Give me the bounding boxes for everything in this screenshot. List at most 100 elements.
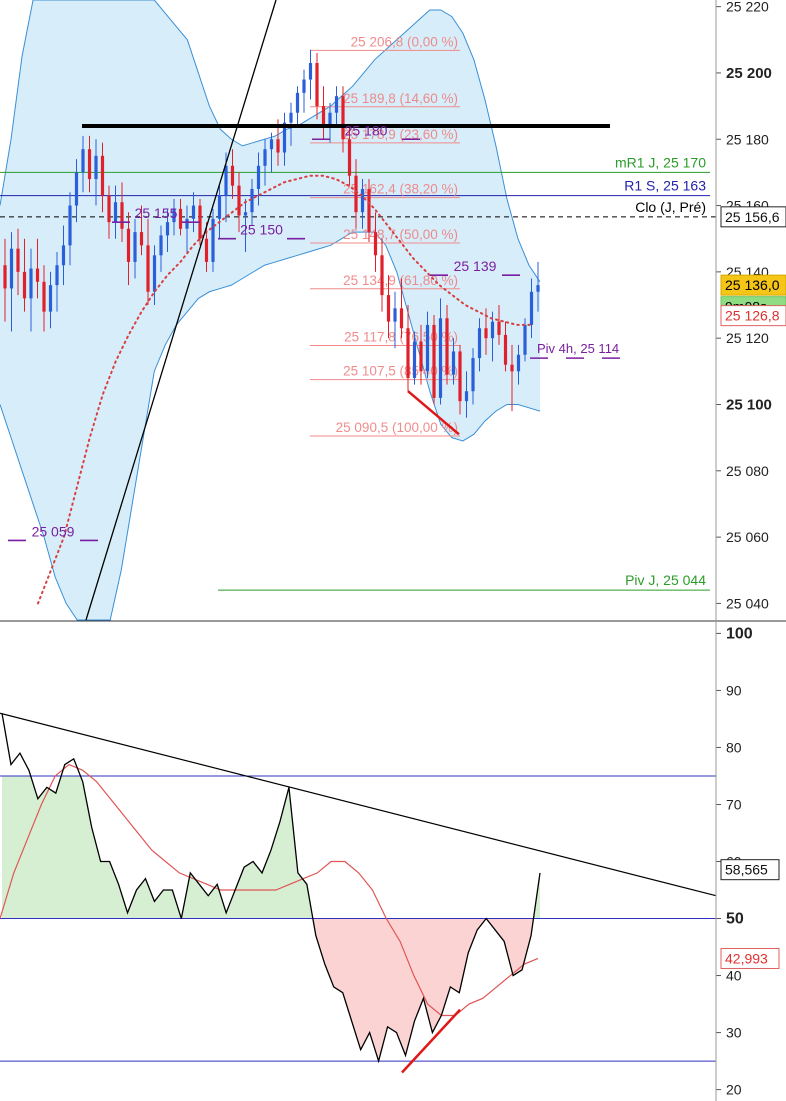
candle-body bbox=[139, 232, 144, 246]
price-tick-label: 25 220 bbox=[726, 0, 769, 15]
price-tag-label: 25 126,8 bbox=[725, 308, 780, 324]
candle-body bbox=[61, 245, 66, 266]
candle-body bbox=[321, 106, 326, 126]
candle-body bbox=[425, 324, 430, 372]
bollinger-bands bbox=[0, 0, 541, 621]
fib-label: 25 206,8 (0,00 %) bbox=[351, 34, 458, 49]
candle-body bbox=[516, 354, 521, 372]
candle-body bbox=[22, 271, 27, 299]
bollinger-fill bbox=[0, 0, 540, 620]
price-tick-label: 25 200 bbox=[726, 65, 772, 82]
pivot-label: 25 180 bbox=[345, 122, 388, 138]
pivot-label: 25 150 bbox=[240, 222, 283, 238]
oscillator-tick-label: 20 bbox=[726, 1082, 742, 1098]
candle-body bbox=[334, 96, 339, 113]
candle-body bbox=[315, 62, 319, 107]
candle-body bbox=[490, 321, 495, 339]
price-tick-label: 25 180 bbox=[726, 131, 769, 147]
price-panel: mR1 J, 25 170 R1 S, 25 163 Clo (J, Pré) Piv… bbox=[0, 0, 786, 621]
oscillator-tick-label: 70 bbox=[726, 796, 742, 812]
candle-body bbox=[354, 175, 358, 213]
candle-body bbox=[373, 232, 378, 256]
candle-body bbox=[120, 202, 124, 229]
candle-body bbox=[393, 308, 397, 322]
candle-body bbox=[510, 364, 514, 372]
candle-body bbox=[185, 218, 189, 229]
candle-body bbox=[87, 149, 92, 180]
candle-body bbox=[536, 285, 540, 292]
candle-body bbox=[100, 155, 105, 196]
candle-body bbox=[68, 205, 72, 246]
oscillator-panel: 100908070605040302058,56542,993 bbox=[0, 625, 780, 1098]
candle-body bbox=[152, 255, 157, 292]
price-tick-label: 25 080 bbox=[726, 463, 769, 479]
candle-body bbox=[217, 195, 222, 219]
candle-body bbox=[42, 281, 46, 312]
level-label: Piv 4h, 25 114 bbox=[537, 341, 619, 356]
candle-body bbox=[438, 318, 443, 398]
candle-body bbox=[367, 188, 371, 233]
pivot-label: 25 155 bbox=[135, 205, 178, 221]
level-label: Piv J, 25 044 bbox=[625, 572, 706, 588]
candle-body bbox=[347, 139, 352, 176]
oscillator-tick-label: 30 bbox=[726, 1025, 742, 1041]
candle-body bbox=[126, 228, 131, 262]
overbought-fill bbox=[2, 775, 540, 919]
price-tick-label: 25 100 bbox=[726, 396, 772, 413]
oscillator-tick-label: 90 bbox=[726, 682, 742, 698]
candle-body bbox=[464, 391, 469, 402]
candle-body bbox=[432, 324, 436, 398]
oscillator-tick-label: 100 bbox=[726, 625, 753, 642]
candle-body bbox=[9, 248, 14, 289]
candle-body bbox=[159, 235, 163, 256]
candle-body bbox=[302, 79, 306, 93]
candle-body bbox=[16, 248, 20, 272]
candle-body bbox=[308, 62, 313, 80]
price-tick-label: 25 120 bbox=[726, 330, 769, 346]
candle-body bbox=[165, 222, 170, 236]
price-axis: 25 22025 20025 18025 16025 14025 12025 1… bbox=[716, 0, 786, 611]
candle-body bbox=[497, 321, 501, 335]
candle-body bbox=[204, 238, 209, 262]
candle-body bbox=[360, 188, 365, 213]
candle-body bbox=[380, 255, 384, 296]
candle-body bbox=[276, 139, 280, 153]
candle-body bbox=[484, 328, 488, 339]
candle-body bbox=[529, 291, 534, 325]
price-tag-label: 25 136,0 bbox=[725, 277, 780, 293]
candle-body bbox=[471, 358, 475, 392]
candle-body bbox=[29, 268, 33, 299]
value-tag-label: 42,993 bbox=[725, 950, 768, 966]
trading-chart: mR1 J, 25 170 R1 S, 25 163 Clo (J, Pré) Piv… bbox=[0, 0, 786, 1101]
candle-body bbox=[289, 112, 293, 123]
candle-body bbox=[269, 139, 274, 150]
candle-body bbox=[55, 265, 59, 286]
candle-body bbox=[451, 351, 456, 375]
oscillator-tick-label: 80 bbox=[726, 739, 742, 755]
fib-label: 25 090,5 (100,00 %) bbox=[336, 420, 458, 435]
fib-label: 25 189,8 (14,60 %) bbox=[343, 91, 458, 106]
oscillator-zone-fill bbox=[2, 775, 540, 1062]
candle-body bbox=[295, 92, 300, 113]
candle-body bbox=[445, 318, 449, 375]
candle-body bbox=[503, 334, 508, 365]
candle-body bbox=[113, 202, 118, 223]
candle-body bbox=[237, 185, 241, 216]
level-label: mR1 J, 25 170 bbox=[615, 154, 706, 170]
price-tag-label: 25 156,6 bbox=[725, 209, 780, 225]
candle-body bbox=[256, 165, 261, 189]
candle-body bbox=[263, 149, 267, 166]
candle-body bbox=[133, 232, 137, 262]
fib-label: 25 148,7 (50,00 %) bbox=[343, 227, 458, 242]
candle-body bbox=[178, 208, 183, 229]
candle-body bbox=[406, 328, 410, 378]
candle-body bbox=[458, 351, 462, 402]
candle-body bbox=[477, 328, 482, 359]
candle-body bbox=[191, 205, 196, 219]
pivot-label: 25 059 bbox=[32, 523, 75, 539]
candle-body bbox=[94, 155, 98, 180]
candle-body bbox=[419, 341, 423, 372]
candle-body bbox=[48, 285, 53, 312]
candle-body bbox=[399, 308, 404, 329]
level-label: Clo (J, Pré) bbox=[635, 199, 706, 215]
